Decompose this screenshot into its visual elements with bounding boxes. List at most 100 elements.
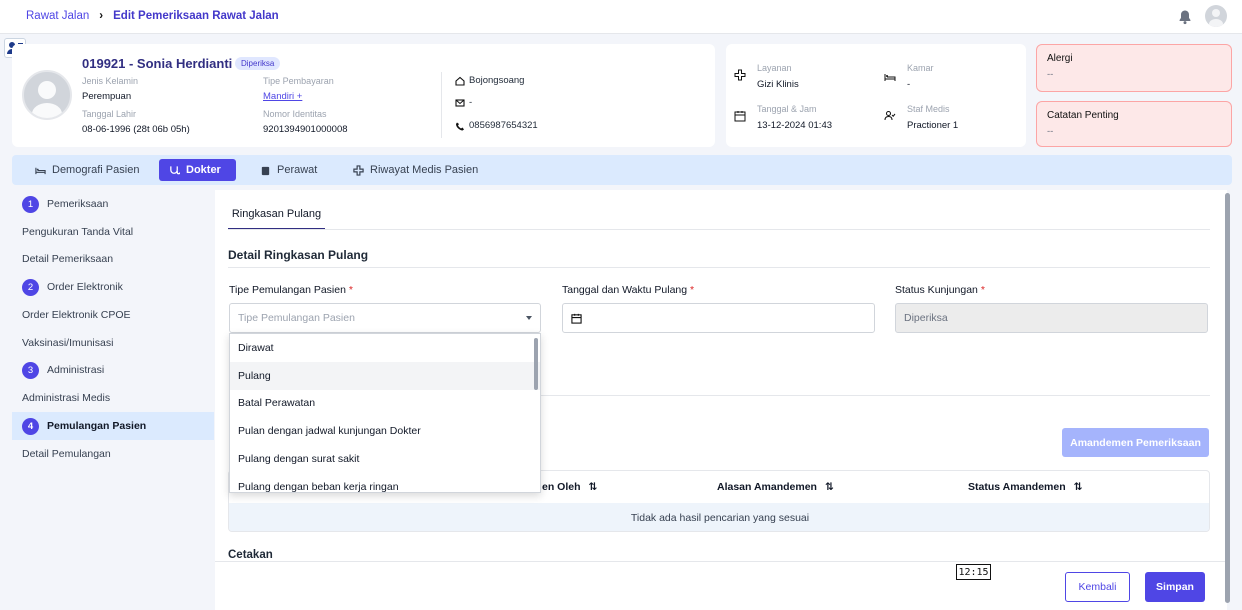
tipe-pemulangan-dropdown: Dirawat Pulang Batal Perawatan Pulan den… (229, 333, 541, 493)
dropdown-option[interactable]: Pulang (230, 361, 540, 390)
important-note-box: Catatan Penting -- (1036, 101, 1232, 147)
payment-link[interactable]: Mandiri + (263, 91, 302, 102)
divider (228, 229, 1210, 230)
birth-value: 08-06-1996 (28t 06b 05h) (82, 124, 190, 135)
divider (228, 267, 1210, 268)
nav-step-pemulangan-pasien[interactable]: 4 Pemulangan Pasien (12, 412, 214, 440)
step-number: 1 (22, 195, 39, 213)
dropdown-option[interactable]: Pulan dengan jadwal kunjungan Dokter (230, 417, 540, 445)
select-placeholder: Tipe Pemulangan Pasien (238, 312, 355, 324)
tab-label: Perawat (277, 164, 318, 176)
header-text: Status Amandemen (968, 481, 1066, 493)
dropdown-option[interactable]: Batal Perawatan (230, 390, 540, 418)
header-text: Alasan Amandemen (717, 481, 817, 493)
simpan-button[interactable]: Simpan (1145, 572, 1205, 602)
nurse-icon (261, 166, 270, 175)
nav-pengukuran-tanda-vital[interactable]: Pengukuran Tanda Vital (12, 219, 214, 245)
dropdown-option[interactable]: Pulang dengan surat sakit (230, 445, 540, 473)
table-header[interactable]: en Oleh ⇅ (542, 471, 597, 503)
breadcrumb: Rawat Jalan › Edit Pemeriksaan Rawat Jal… (26, 10, 279, 22)
nav-label: Detail Pemeriksaan (22, 253, 114, 265)
nav-label: Pemulangan Pasien (47, 420, 147, 432)
phone-value: 0856987654321 (469, 120, 538, 131)
nav-label: Administrasi (47, 364, 105, 376)
nav-label: Pengukuran Tanda Vital (22, 226, 134, 238)
tab-demografi-pasien[interactable]: Demografi Pasien (25, 159, 149, 181)
tanggal-pulang-label: Tanggal dan Waktu Pulang * (562, 284, 694, 296)
divider (441, 72, 442, 138)
required-mark: * (980, 284, 985, 296)
label-text: Tanggal dan Waktu Pulang (562, 284, 688, 296)
allergy-box: Alergi -- (1036, 44, 1232, 92)
nav-vaksinasi-imunisasi[interactable]: Vaksinasi/Imunisasi (12, 330, 214, 356)
tanggal-pulang-input[interactable] (562, 303, 875, 333)
caret-up-icon (526, 316, 532, 320)
breadcrumb-current: Edit Pemeriksaan Rawat Jalan (113, 10, 279, 22)
phone-icon (456, 122, 464, 130)
staff-label: Staf Medis (907, 104, 950, 114)
kembali-button[interactable]: Kembali (1065, 572, 1130, 602)
home-icon (455, 76, 465, 86)
bell-icon[interactable] (1177, 9, 1193, 25)
birth-label: Tanggal Lahir (82, 109, 137, 119)
plus-cross-icon (734, 69, 746, 81)
label-text: Tipe Pemulangan Pasien (229, 284, 346, 296)
nav-detail-pemeriksaan[interactable]: Detail Pemeriksaan (12, 246, 214, 272)
tab-perawat[interactable]: Perawat (250, 159, 327, 181)
page-scrollbar[interactable] (1225, 193, 1230, 603)
patient-avatar (22, 70, 72, 120)
phone-row: 0856987654321 (455, 120, 538, 131)
allergy-label: Alergi (1047, 53, 1073, 64)
payment-label: Tipe Pembayaran (263, 76, 334, 86)
amandemen-pemeriksaan-button[interactable]: Amandemen Pemeriksaan (1062, 428, 1209, 457)
nav-label: Administrasi Medis (22, 392, 111, 404)
section-title: Detail Ringkasan Pulang (228, 248, 369, 262)
header-text: en Oleh (542, 481, 581, 493)
status-kunjungan-field: Diperiksa (895, 303, 1208, 333)
sort-icon: ⇅ (1073, 481, 1083, 493)
address-row: Bojongsoang (455, 75, 524, 86)
tab-dokter[interactable]: Dokter (159, 159, 236, 181)
dropdown-scrollbar[interactable] (534, 338, 538, 390)
calendar-icon (734, 111, 746, 122)
sort-icon: ⇅ (588, 481, 598, 493)
nav-label: Detail Pemulangan (22, 448, 111, 460)
tab-label: Dokter (186, 164, 221, 176)
layanan-label: Layanan (757, 63, 792, 73)
nav-administrasi-medis[interactable]: Administrasi Medis (12, 385, 214, 411)
divider (541, 395, 1210, 396)
nav-step-pemeriksaan[interactable]: 1 Pemeriksaan (12, 191, 214, 217)
nav-detail-pemulangan[interactable]: Detail Pemulangan (12, 441, 214, 467)
nav-step-order-elektronik[interactable]: 2 Order Elektronik (12, 274, 214, 300)
tab-riwayat-medis-pasien[interactable]: Riwayat Medis Pasien (343, 159, 488, 181)
service-card: Layanan Gizi Klinis Kamar - Tanggal & Ja… (726, 44, 1026, 147)
bed-icon (35, 167, 46, 174)
layanan-value: Gizi Klinis (757, 79, 799, 90)
table-header[interactable]: Status Amandemen ⇅ (968, 471, 1082, 503)
step-number: 4 (22, 417, 39, 435)
cetakan-heading: Cetakan (228, 549, 273, 561)
tab-label: Demografi Pasien (52, 164, 140, 176)
nav-order-elektronik-cpoe[interactable]: Order Elektronik CPOE (12, 302, 214, 328)
main-panel: Ringkasan Pulang Detail Ringkasan Pulang… (215, 190, 1227, 610)
user-check-icon (884, 111, 896, 121)
nav-step-administrasi[interactable]: 3 Administrasi (12, 357, 214, 383)
breadcrumb-parent[interactable]: Rawat Jalan (26, 10, 89, 22)
status-badge: Diperiksa (235, 57, 281, 70)
gender-value: Perempuan (82, 91, 132, 102)
step-sidebar: 1 Pemeriksaan Pengukuran Tanda Vital Det… (12, 190, 214, 610)
address-value: Bojongsoang (469, 75, 525, 86)
required-mark: * (348, 284, 353, 296)
important-note-label: Catatan Penting (1047, 110, 1119, 121)
tipe-pemulangan-select[interactable]: Tipe Pemulangan Pasien (229, 303, 541, 333)
dropdown-option[interactable]: Dirawat (230, 334, 540, 362)
patient-name: 019921 - Sonia Herdianti (82, 56, 233, 71)
label-text: Status Kunjungan (895, 284, 978, 296)
dropdown-option[interactable]: Pulang dengan beban kerja ringan (230, 473, 540, 492)
table-header[interactable]: Alasan Amandemen ⇅ (717, 471, 834, 503)
tab-ringkasan-pulang[interactable]: Ringkasan Pulang (228, 200, 325, 230)
calendar-icon (571, 313, 582, 324)
nav-label: Pemeriksaan (47, 198, 109, 210)
user-avatar[interactable] (1205, 5, 1227, 27)
patient-card: 019921 - Sonia Herdianti Diperiksa Jenis… (12, 44, 715, 147)
